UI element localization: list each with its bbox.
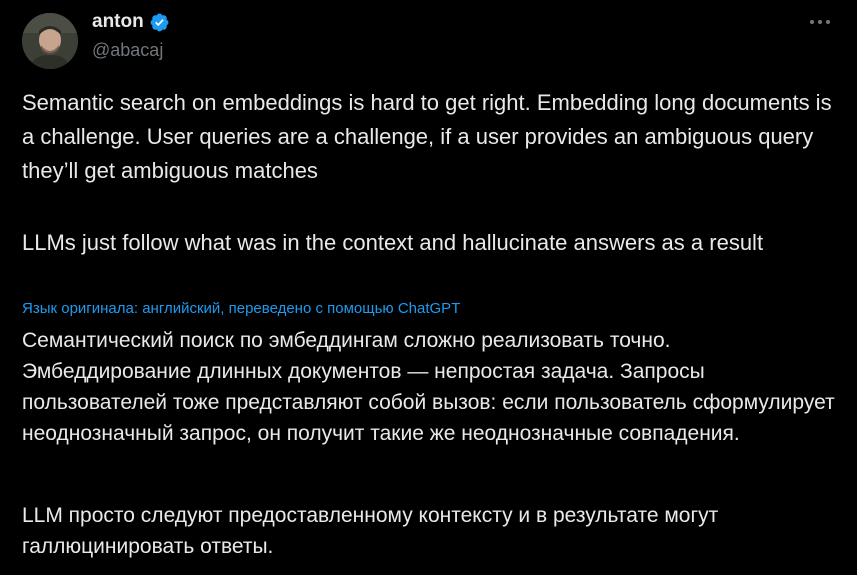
author-display-name[interactable]: anton [92, 10, 144, 34]
tweet-text-paragraph: Semantic search on embeddings is hard to… [22, 90, 832, 183]
more-options-button[interactable] [805, 10, 835, 34]
author-row: anton [92, 10, 170, 34]
translation-note-link[interactable]: Язык оригинала: английский, переведено с… [22, 299, 460, 319]
more-horizontal-icon [810, 20, 830, 24]
translated-text-paragraph: LLM просто следуют предоставленному конт… [22, 504, 719, 558]
person-avatar-icon [22, 13, 78, 69]
translated-text-paragraph: Семантический поиск по эмбеддингам сложн… [22, 329, 835, 445]
verified-badge-icon [149, 12, 170, 33]
tweet-text-paragraph: LLMs just follow what was in the context… [22, 230, 764, 255]
tweet: anton @abacaj Semantic search on embeddi… [0, 0, 857, 575]
avatar[interactable] [22, 13, 78, 69]
author-handle[interactable]: @abacaj [92, 38, 163, 62]
